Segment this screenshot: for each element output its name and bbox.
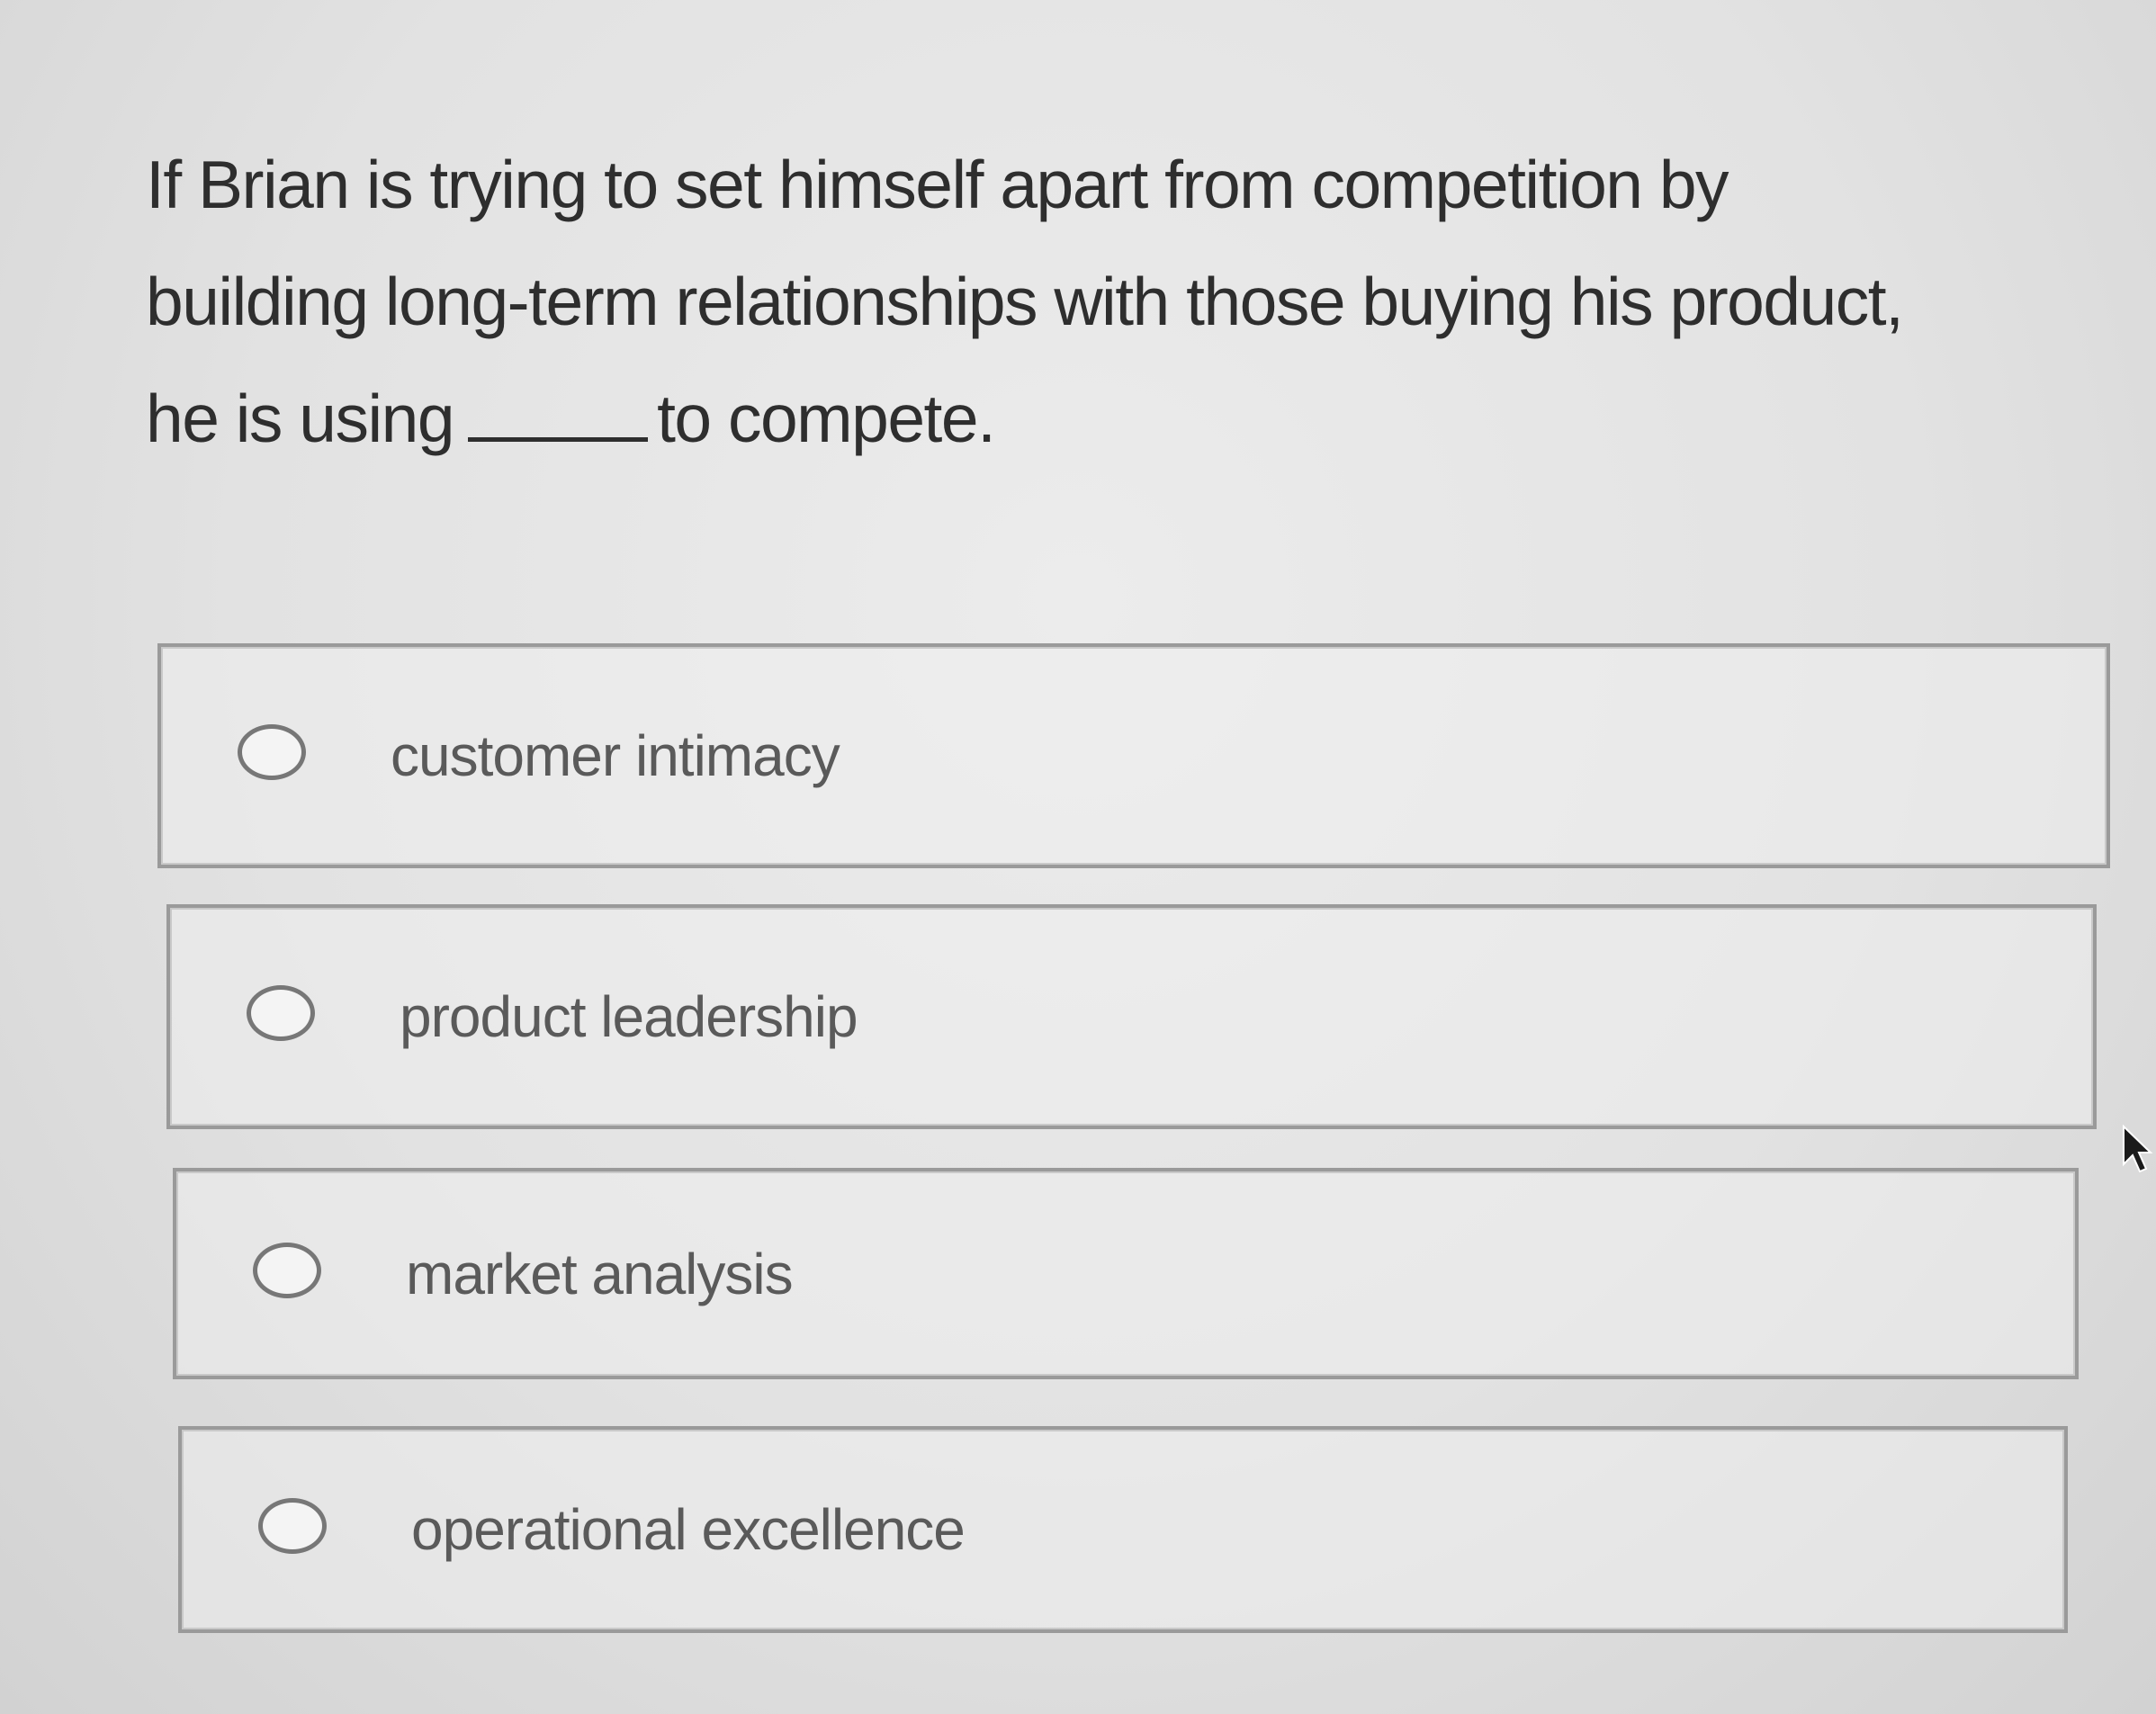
- option-product-leadership[interactable]: product leadership: [166, 904, 2097, 1129]
- radio-button-empty-icon[interactable]: [238, 724, 306, 780]
- question-line-3: he is using to compete.: [146, 360, 2125, 477]
- radio-button-empty-icon[interactable]: [253, 1242, 321, 1298]
- option-operational-excellence[interactable]: operational excellence: [178, 1426, 2068, 1633]
- question-line-3-end: to compete.: [657, 381, 996, 456]
- option-label: operational excellence: [411, 1497, 966, 1562]
- mouse-pointer-icon: [2123, 1125, 2153, 1173]
- question-line-3-start: he is using: [146, 381, 455, 456]
- option-label: market analysis: [406, 1241, 794, 1306]
- question-text: If Brian is trying to set himself apart …: [146, 126, 2125, 477]
- option-label: product leadership: [400, 984, 858, 1049]
- option-customer-intimacy[interactable]: customer intimacy: [157, 643, 2110, 868]
- question-line-2: building long-term relationships with th…: [146, 264, 1904, 339]
- option-label: customer intimacy: [391, 723, 840, 788]
- option-market-analysis[interactable]: market analysis: [173, 1168, 2079, 1379]
- radio-button-empty-icon[interactable]: [258, 1498, 327, 1554]
- answer-blank: [468, 388, 649, 442]
- radio-button-empty-icon[interactable]: [247, 985, 315, 1041]
- question-line-1: If Brian is trying to set himself apart …: [146, 147, 1729, 222]
